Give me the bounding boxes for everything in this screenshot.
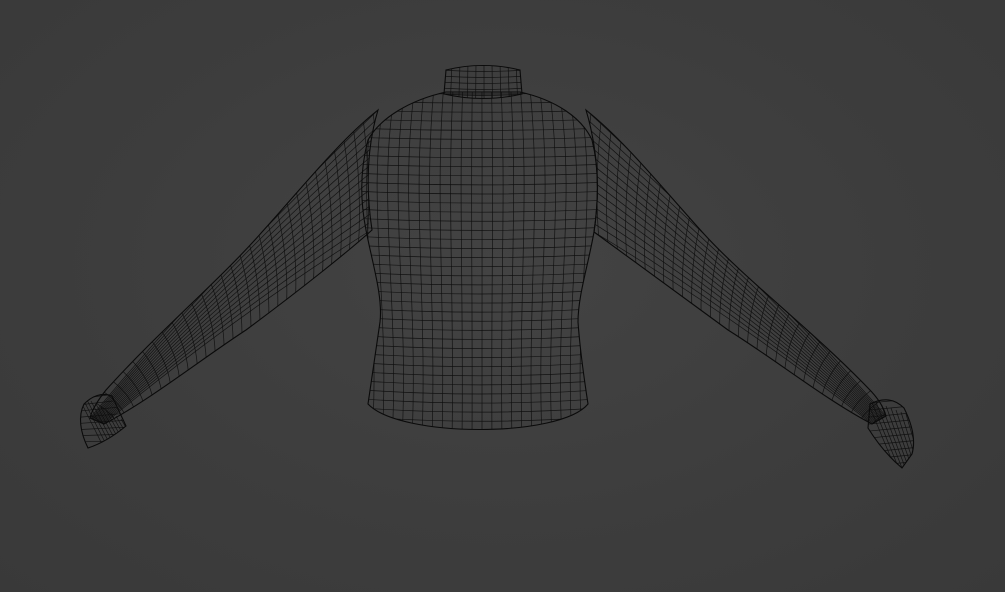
torso-outline [361, 91, 599, 431]
wireframe-sweater-mesh[interactable] [0, 0, 1005, 592]
3d-viewport[interactable] [0, 0, 1005, 592]
torso-edges [361, 92, 598, 430]
left-cuff-edges [80, 394, 126, 448]
left-sleeve-edges [90, 110, 378, 424]
rsleeve-outline [584, 108, 887, 425]
